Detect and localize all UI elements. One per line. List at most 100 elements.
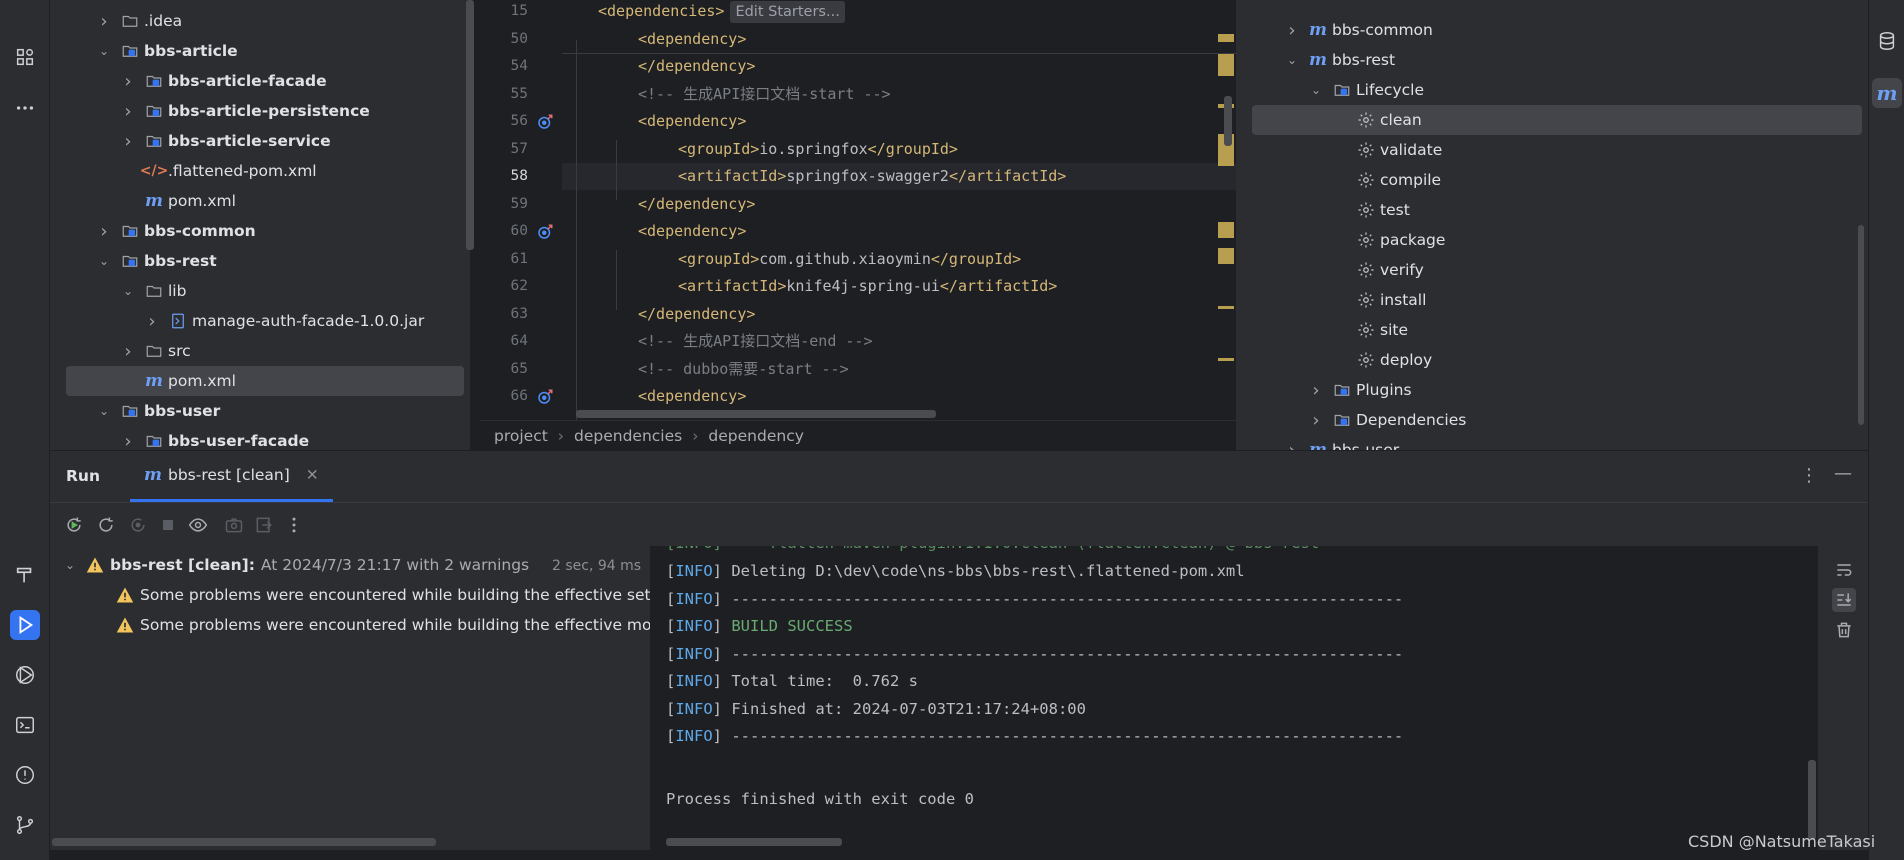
run-icon[interactable] (10, 610, 40, 640)
breadcrumb-item[interactable]: project (494, 427, 548, 445)
scrollbar-change-marker[interactable] (1218, 248, 1234, 264)
scrollbar-change-marker[interactable] (1218, 358, 1234, 361)
chevron-down-icon[interactable]: ⌄ (120, 283, 136, 299)
services-icon[interactable] (10, 660, 40, 690)
edit-starters-hint[interactable]: Edit Starters... (730, 1, 845, 23)
maven-tree-item[interactable]: clean (1252, 105, 1862, 135)
maven-tree-item[interactable]: compile (1252, 165, 1862, 195)
code-line[interactable]: <dependency> (638, 108, 746, 135)
maven-tree-item[interactable]: test (1252, 195, 1862, 225)
project-tree-item[interactable]: m pom.xml (66, 186, 464, 216)
warning-row[interactable]: Some problems were encountered while bui… (116, 614, 650, 636)
breadcrumb-item[interactable]: dependencies (574, 427, 682, 445)
project-tree-item[interactable]: ⌄ bbs-user (66, 396, 464, 426)
screenshot-icon[interactable] (222, 513, 246, 537)
dependency-gutter-icon[interactable] (536, 388, 554, 406)
rerun-failed-icon[interactable] (94, 513, 118, 537)
chevron-right-icon[interactable]: › (1308, 380, 1324, 401)
maven-tree-item[interactable]: verify (1252, 255, 1862, 285)
project-tree-item[interactable]: ⌄ bbs-article (66, 36, 464, 66)
maven-tree-item[interactable]: site (1252, 315, 1862, 345)
chevron-right-icon[interactable]: › (120, 341, 136, 362)
more-options-icon[interactable] (282, 513, 306, 537)
code-editor[interactable]: 15 <dependencies> Edit Starters... 50 <depen… (480, 0, 1236, 450)
chevron-right-icon[interactable]: › (120, 131, 136, 152)
scrollbar-change-marker[interactable] (1218, 34, 1234, 42)
structure-icon[interactable] (10, 42, 40, 72)
minimize-icon[interactable]: — (1834, 463, 1852, 484)
rerun-icon[interactable] (62, 513, 86, 537)
more-icon[interactable] (10, 93, 40, 123)
chevron-right-icon[interactable]: › (96, 221, 112, 242)
project-tree-item[interactable]: ⌄ bbs-rest (66, 246, 464, 276)
run-tab[interactable]: m bbs-rest [clean] ✕ (130, 451, 333, 502)
scrollbar-change-marker[interactable] (1218, 222, 1234, 238)
git-icon[interactable] (10, 810, 40, 840)
maven-tree-item[interactable]: deploy (1252, 345, 1862, 375)
options-menu-icon[interactable]: ⋮ (1800, 465, 1818, 486)
code-line[interactable]: <artifactId>springfox-swagger2</artifact… (678, 163, 1066, 190)
console-output[interactable]: [INFO] --- flatten-maven-plugin:1.1.0:cl… (650, 546, 1818, 850)
clear-all-trash-icon[interactable] (1832, 618, 1856, 642)
code-line[interactable]: <artifactId>knife4j-spring-ui</artifactI… (678, 273, 1057, 300)
maven-tree-item[interactable]: install (1252, 285, 1862, 315)
chevron-down-icon[interactable]: ⌄ (62, 557, 78, 573)
chevron-down-icon[interactable]: ⌄ (96, 253, 112, 269)
build-hammer-icon[interactable] (10, 560, 40, 590)
maven-tree-item[interactable]: › Plugins (1252, 375, 1862, 405)
scrollbar-change-marker[interactable] (1218, 306, 1234, 309)
project-tree-item[interactable]: ⌄ lib (66, 276, 464, 306)
code-line[interactable]: </dependency> (638, 191, 755, 218)
project-tree-item[interactable]: › bbs-article-persistence (66, 96, 464, 126)
scroll-to-end-icon[interactable] (1832, 588, 1856, 612)
show-eye-icon[interactable] (186, 513, 210, 537)
chevron-right-icon[interactable]: › (96, 11, 112, 32)
close-icon[interactable]: ✕ (306, 466, 319, 484)
project-tree-item[interactable]: </> .flattened-pom.xml (66, 156, 464, 186)
project-tree-item[interactable]: › bbs-common (66, 216, 464, 246)
export-icon[interactable] (252, 513, 276, 537)
maven-tree-item[interactable]: ⌄ m bbs-rest (1252, 45, 1862, 75)
chevron-down-icon[interactable]: ⌄ (96, 43, 112, 59)
project-tree-item[interactable]: m pom.xml (66, 366, 464, 396)
maven-scrollbar[interactable] (1858, 225, 1864, 425)
dependency-gutter-icon[interactable] (536, 113, 554, 131)
run-tree-hscrollbar[interactable] (52, 838, 436, 846)
code-line[interactable]: <groupId>io.springfox</groupId> (678, 136, 958, 163)
code-line[interactable]: <!-- 生成API接口文档-end --> (638, 328, 873, 355)
toggle-auto-test-icon[interactable] (126, 513, 150, 537)
dependency-gutter-icon[interactable] (536, 223, 554, 241)
project-tree-item[interactable]: › manage-auth-facade-1.0.0.jar (66, 306, 464, 336)
console-hscrollbar[interactable] (666, 838, 842, 846)
code-line[interactable]: <dependency> (638, 218, 746, 245)
console-scrollbar[interactable] (1808, 760, 1816, 840)
maven-tree-item[interactable]: package (1252, 225, 1862, 255)
chevron-right-icon[interactable]: › (144, 311, 160, 332)
project-tree-item[interactable]: › bbs-article-service (66, 126, 464, 156)
stop-icon[interactable] (156, 513, 180, 537)
code-line[interactable]: <groupId>com.github.xiaoymin</groupId> (678, 246, 1021, 273)
project-tree-item[interactable]: › .idea (66, 6, 464, 36)
code-line[interactable]: <!-- 生成API接口文档-start --> (638, 81, 891, 108)
maven-tree-item[interactable]: › m bbs-user (1252, 435, 1862, 451)
code-line[interactable]: </dependency> (638, 301, 755, 328)
project-tree-scrollbar[interactable] (466, 0, 474, 250)
terminal-icon[interactable] (10, 710, 40, 740)
maven-icon[interactable]: m (1872, 78, 1902, 108)
chevron-right-icon[interactable]: › (120, 101, 136, 122)
scrollbar-change-marker[interactable] (1218, 54, 1234, 76)
project-tree-item[interactable]: › bbs-article-facade (66, 66, 464, 96)
code-line[interactable]: <dependency> (638, 383, 746, 410)
maven-tree-item[interactable]: ⌄ Lifecycle (1252, 75, 1862, 105)
maven-tree-item[interactable]: › Dependencies (1252, 405, 1862, 435)
project-tree-item[interactable]: › bbs-user-facade (66, 426, 464, 451)
editor-scrollbar[interactable] (1224, 96, 1232, 146)
problems-icon[interactable] (10, 760, 40, 790)
code-line[interactable]: <!-- dubbo需要-start --> (638, 356, 849, 383)
run-root-row[interactable]: ⌄ bbs-rest [clean]: At 2024/7/3 21:17 wi… (62, 554, 529, 576)
maven-tree-item[interactable]: › m bbs-common (1252, 15, 1862, 45)
chevron-right-icon[interactable]: › (1284, 440, 1300, 451)
chevron-right-icon[interactable]: › (120, 431, 136, 451)
soft-wrap-icon[interactable] (1832, 558, 1856, 582)
code-line[interactable]: <dependencies> Edit Starters... (598, 0, 845, 25)
